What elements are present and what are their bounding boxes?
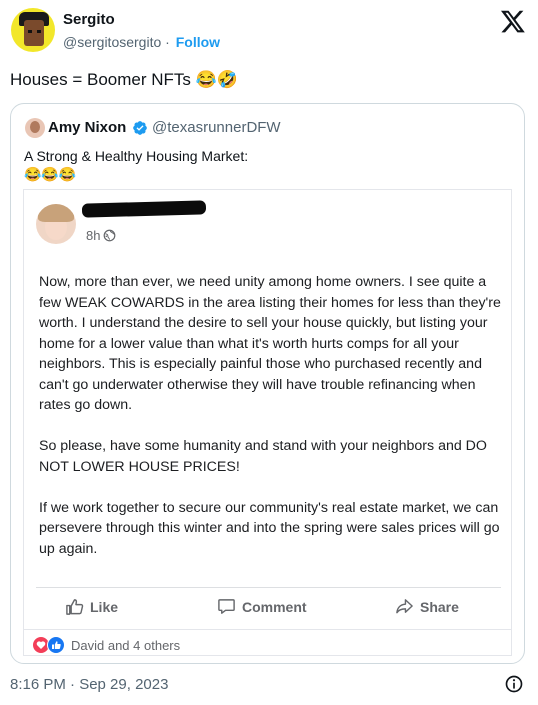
quote-text: A Strong & Healthy Housing Market: (24, 148, 249, 164)
globe-icon (103, 229, 116, 242)
divider (36, 587, 501, 588)
share-icon (396, 599, 413, 614)
tweet-timestamp[interactable]: 8:16 PM · Sep 29, 2023 (10, 676, 168, 693)
comment-label: Comment (242, 598, 307, 615)
fb-like-button: Like (65, 597, 118, 616)
fb-paragraph: If we work together to secure our commun… (39, 499, 500, 557)
like-icon (66, 599, 84, 615)
author-name[interactable]: Sergito (63, 11, 115, 28)
facebook-post-image: 8h · Now, more than ever, we need unity … (23, 189, 512, 656)
fb-paragraph: So please, have some humanity and stand … (39, 438, 487, 475)
quote-author-handle: @texasrunnerDFW (152, 119, 281, 136)
quote-author-name: Amy Nixon (48, 119, 127, 136)
redacted-name (81, 200, 207, 218)
comment-icon (218, 599, 235, 614)
fb-share-button: Share (395, 597, 459, 616)
author-handle-line: @sergitosergito · Follow (63, 34, 220, 50)
reactions-text: David and 4 others (71, 637, 181, 653)
author-avatar[interactable] (11, 8, 55, 52)
follow-button[interactable]: Follow (176, 34, 220, 50)
quoted-tweet[interactable]: Amy Nixon @texasrunnerDFW A Strong & Hea… (10, 103, 525, 664)
fb-poster-avatar (36, 204, 76, 244)
like-label: Like (90, 598, 119, 615)
separator: · (161, 34, 174, 50)
share-label: Share (420, 598, 459, 615)
verified-badge-icon (133, 121, 147, 135)
quote-author-avatar (25, 118, 45, 138)
fb-comment-button: Comment (217, 597, 307, 616)
fb-paragraph: Now, more than ever, we need unity among… (39, 274, 501, 413)
fb-post-body: Now, more than ever, we need unity among… (39, 272, 509, 580)
quote-emoji: 😂😂😂 (24, 166, 77, 182)
x-logo-icon[interactable] (500, 8, 526, 34)
divider (24, 629, 511, 630)
fb-reactions: David and 4 others (32, 636, 180, 654)
like-reaction-icon (47, 636, 65, 654)
author-handle[interactable]: @sergitosergito (63, 34, 161, 50)
info-icon[interactable] (504, 674, 524, 694)
tweet-text: Houses = Boomer NFTs 😂🤣 (10, 70, 238, 89)
